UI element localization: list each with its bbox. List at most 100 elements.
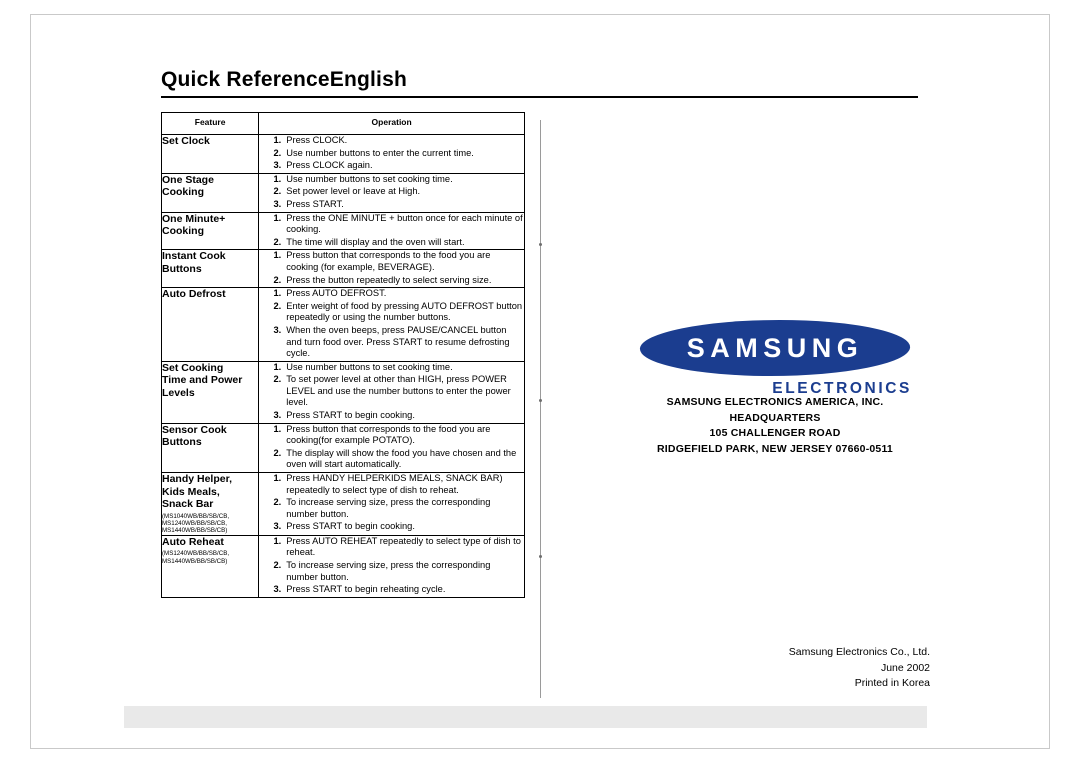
step-number: 2. xyxy=(273,374,282,385)
step-text: Press the button repeatedly to select se… xyxy=(286,274,492,285)
step-item: 1. Press CLOCK. xyxy=(259,135,524,147)
step-item: 1. Press AUTO REHEAT repeatedly to select… xyxy=(259,536,524,559)
column-header-operation: Operation xyxy=(258,112,525,135)
vertical-divider xyxy=(540,120,541,698)
step-text: Press CLOCK again. xyxy=(286,160,373,171)
step-number: 1. xyxy=(273,473,282,484)
step-number: 3. xyxy=(273,410,282,421)
divider-dot-3 xyxy=(539,555,542,558)
feature-line: Set Cooking xyxy=(162,361,224,374)
feature-line: Cooking xyxy=(162,225,204,238)
feature-line: One Stage xyxy=(162,173,214,186)
step-list: 1. Press the ONE MINUTE + button once for… xyxy=(259,213,524,249)
step-number: 2. xyxy=(273,447,282,458)
step-item: 2. The time will display and the oven wil… xyxy=(259,237,524,249)
feature-line: Cooking xyxy=(162,186,204,199)
feature-cell: One Minute+ Cooking xyxy=(160,211,260,251)
step-number: 1. xyxy=(273,173,282,184)
step-list: 1. Use number buttons to set cooking time… xyxy=(259,362,524,422)
feature-cell: Handy Helper, Kids Meals, Snack Bar (MS1040… xyxy=(160,472,260,536)
company-address: SAMSUNG ELECTRONICS AMERICA, INC. HEADQU… xyxy=(560,395,990,457)
colophon-printed: Printed in Korea xyxy=(854,677,930,689)
operation-cell: 1. Press button that corresponds to the f… xyxy=(258,422,525,474)
step-item: 3. Press START. xyxy=(259,199,524,211)
step-text: To set power level at other than HIGH, p… xyxy=(286,374,511,408)
step-number: 3. xyxy=(273,198,282,209)
step-text: Press the ONE MINUTE + button once for e… xyxy=(286,212,523,235)
step-text: To increase serving size, press the corr… xyxy=(286,497,491,519)
feature-line: One Minute+ xyxy=(162,212,226,225)
operation-cell: 1. Press AUTO DEFROST. 2. Enter weight of f… xyxy=(258,287,525,362)
step-text: Press HANDY HELPERKIDS MEALS, SNACK BAR)… xyxy=(286,473,503,495)
step-number: 2. xyxy=(273,497,282,508)
divider-dot-2 xyxy=(539,399,542,402)
step-number: 1. xyxy=(273,212,282,223)
step-text: Press button that corresponds to the foo… xyxy=(286,423,491,446)
step-number: 3. xyxy=(273,324,282,335)
table-row: Sensor Cook Buttons 1. Press button that co… xyxy=(160,422,525,474)
step-number: 1. xyxy=(273,361,282,372)
step-item: 3. Press START to begin reheating cycle. xyxy=(259,584,524,596)
logo-ellipse: SAMSUNG xyxy=(635,320,915,376)
title-underline xyxy=(161,96,918,98)
operation-cell: 1. Use number buttons to set cooking time… xyxy=(258,360,525,424)
operation-cell: 1. Press the ONE MINUTE + button once for… xyxy=(258,211,525,251)
divider-dot-1 xyxy=(539,243,542,246)
step-text: When the oven beeps, press PAUSE/CANCEL … xyxy=(286,324,510,359)
table-row: Auto Reheat (MS1240WB/BB/SB/CB, MS1440WB/B… xyxy=(160,534,525,598)
step-item: 1. Press button that corresponds to the f… xyxy=(259,424,524,447)
step-text: The display will show the food you have … xyxy=(286,447,517,470)
feature-cell: Sensor Cook Buttons xyxy=(160,422,260,474)
page-edge-left xyxy=(30,14,31,749)
page-title: Quick ReferenceEnglish xyxy=(161,68,407,91)
address-line-2: HEADQUARTERS xyxy=(729,411,821,424)
step-item: 1. Press HANDY HELPERKIDS MEALS, SNACK BA… xyxy=(259,473,524,496)
step-number: 1. xyxy=(273,535,282,546)
step-item: 1. Press AUTO DEFROST. xyxy=(259,288,524,300)
step-number: 3. xyxy=(273,160,282,171)
address-line-1: SAMSUNG ELECTRONICS AMERICA, INC. xyxy=(666,396,884,408)
step-text: Press AUTO DEFROST. xyxy=(286,288,387,299)
step-number: 1. xyxy=(273,288,282,299)
step-text: Press CLOCK. xyxy=(286,135,348,145)
feature-cell: One Stage Cooking xyxy=(160,172,260,213)
feature-line: Instant Cook xyxy=(162,250,226,263)
address-line-4: RIDGEFIELD PARK, NEW JERSEY 07660-0511 xyxy=(657,442,893,455)
step-number: 2. xyxy=(273,186,282,197)
feature-line: Auto Defrost xyxy=(162,288,226,301)
feature-cell: Auto Reheat (MS1240WB/BB/SB/CB, MS1440WB/B… xyxy=(160,534,260,598)
page-edge-bottom xyxy=(30,748,1050,749)
step-item: 2. The display will show the food you hav… xyxy=(259,448,524,471)
step-text: Use number buttons to set cooking time. xyxy=(286,173,453,184)
step-item: 2. Use number buttons to enter the curren… xyxy=(259,148,524,160)
step-list: 1. Press AUTO REHEAT repeatedly to select… xyxy=(259,536,524,596)
step-text: The time will display and the oven will … xyxy=(286,236,465,247)
step-number: 2. xyxy=(273,236,282,247)
table-row: One Minute+ Cooking 1. Press the ONE MINUTE… xyxy=(160,211,525,251)
table-row: Handy Helper, Kids Meals, Snack Bar (MS1040… xyxy=(160,472,525,536)
feature-cell: Set Cooking Time and Power Levels xyxy=(160,360,260,424)
feature-line: Auto Reheat xyxy=(162,535,224,548)
step-item: 2. Set power level or leave at High. xyxy=(259,186,524,198)
operation-cell: 1. Press button that corresponds to the f… xyxy=(258,249,525,289)
feature-line: Levels xyxy=(162,386,195,399)
colophon-date: June 2002 xyxy=(880,661,930,674)
model-numbers: (MS1040WB/BB/SB/CB, MS1240WB/BB/SB/CB, MS1… xyxy=(162,512,230,535)
step-item: 2. Press the button repeatedly to select … xyxy=(259,275,524,287)
feature-line: Time and Power xyxy=(162,374,243,387)
step-item: 3. Press CLOCK again. xyxy=(259,160,524,172)
operation-cell: 1. Use number buttons to set cooking time… xyxy=(258,172,525,213)
feature-line: Snack Bar xyxy=(162,498,214,511)
step-number: 3. xyxy=(273,584,282,595)
step-list: 1. Press AUTO DEFROST. 2. Enter weight of f… xyxy=(259,288,524,360)
step-item: 3. When the oven beeps, press PAUSE/CANCE… xyxy=(259,325,524,360)
step-text: Press START to begin cooking. xyxy=(286,410,415,421)
model-numbers: (MS1240WB/BB/SB/CB, MS1440WB/BB/SB/CB) xyxy=(162,550,230,565)
table-header-row: Feature Operation xyxy=(160,112,525,135)
step-number: 1. xyxy=(273,135,282,145)
feature-line: Buttons xyxy=(162,436,202,449)
step-text: Use number buttons to set cooking time. xyxy=(286,361,453,372)
step-text: Press START. xyxy=(286,198,344,209)
step-text: Use number buttons to enter the current … xyxy=(286,147,474,158)
step-list: 1. Press button that corresponds to the f… xyxy=(259,424,524,471)
